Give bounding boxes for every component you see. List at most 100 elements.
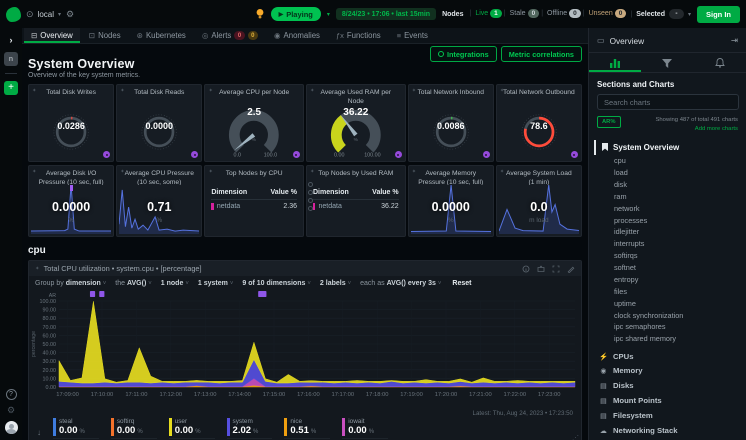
resize-handle-icon[interactable]: ⋰ xyxy=(572,434,579,440)
legend-color xyxy=(342,418,346,437)
mini-card-average-disk-i-o-pressure-10-sec-full-[interactable]: ✦ Average Disk I/O Pressure (10 sec, full… xyxy=(28,165,115,237)
snapshot-icon[interactable] xyxy=(537,265,545,273)
search-charts-input[interactable] xyxy=(597,94,739,110)
toolbar-dropdown-2-labels[interactable]: 2 labels ˅ xyxy=(320,280,351,287)
rail-bottom-group: ? ⚙ xyxy=(4,389,18,434)
tab-anomalies[interactable]: ◉ Anomalies xyxy=(267,28,327,43)
tab-overview[interactable]: ⊟ Overview xyxy=(24,28,80,43)
gauge-card-total-disk-writes[interactable]: ✦ Total Disk Writes 0.0286 xyxy=(28,84,115,162)
user-avatar[interactable] xyxy=(4,421,18,434)
sidebar-subitem-idlejitter[interactable]: idlejitter xyxy=(589,226,746,238)
collapse-sidebar-icon[interactable]: ⇥ xyxy=(731,35,738,46)
table-row[interactable]: netdata 2.36 xyxy=(211,200,297,213)
info-icon[interactable] xyxy=(522,265,530,273)
selected-value[interactable]: - xyxy=(668,9,684,19)
sidebar-subitem-softirqs[interactable]: softirqs xyxy=(589,250,746,262)
toolbar-dropdown-1-system[interactable]: 1 system ˅ xyxy=(198,280,233,287)
timeframe-picker[interactable]: 8/24/23 • 17:06 • last 15min xyxy=(335,8,437,20)
mini-card-top-nodes-by-used-ram[interactable]: ✦ Top Nodes by Used RAM Dimension Value % ne… xyxy=(305,165,406,237)
reset-button[interactable]: Reset xyxy=(452,280,471,287)
sidebar-section-mount-points[interactable]: ▤ Mount Points xyxy=(589,393,746,408)
topbar-right-group: ▶ Playing ▾ 8/24/23 • 17:06 • last 15min… xyxy=(255,5,740,23)
chart-drag-icon[interactable]: ✦ xyxy=(35,266,40,272)
tab-alerts[interactable]: ◎ Alerts 0 0 xyxy=(195,28,265,43)
anomaly-mark xyxy=(89,291,96,297)
sidebar-section-filesystem[interactable]: ▤ Filesystem xyxy=(589,408,746,423)
legend-item-iowait[interactable]: iowait 0.00% xyxy=(342,418,389,440)
cpu-utilization-chart[interactable]: 0.00 10.00 20.00 30.00 40.00 50.00 60.00 70.00 8… xyxy=(29,289,581,407)
metric-correlations-button[interactable]: Metric correlations xyxy=(500,46,582,62)
toolbar-pre: each as xyxy=(360,279,387,287)
fullscreen-icon[interactable] xyxy=(552,265,560,273)
functions-icon: ƒx xyxy=(335,31,344,40)
tab-filter[interactable] xyxy=(641,53,693,72)
sidebar-subitem-files[interactable]: files xyxy=(589,285,746,297)
chart-hover-toolbar[interactable] xyxy=(307,182,313,211)
sign-in-button[interactable]: Sign In xyxy=(697,5,740,23)
space-avatar[interactable]: n xyxy=(4,52,18,66)
tab-charts[interactable] xyxy=(589,53,641,72)
gauge-card-average-used-ram-per-node[interactable]: ✦ Average Used RAM per Node 0.00 100.00% 36.… xyxy=(305,84,406,162)
card-info-icon: ✦ xyxy=(309,169,315,175)
sidebar-section-cpus[interactable]: ⚡ CPUs xyxy=(589,349,746,364)
sidebar-subitem-ipc-semaphores[interactable]: ipc semaphores xyxy=(589,321,746,333)
sidebar-subitem-ipc-shared-memory[interactable]: ipc shared memory xyxy=(589,333,746,345)
sidebar-subitem-processes[interactable]: processes xyxy=(589,214,746,226)
space-picker[interactable]: ⊙ local ▾ xyxy=(26,9,61,20)
gear-icon[interactable]: ⚙ xyxy=(7,405,15,416)
tab-kubernetes[interactable]: ⊛ Kubernetes xyxy=(130,28,193,43)
space-name: local xyxy=(37,9,54,19)
expand-rail-icon[interactable]: › xyxy=(10,35,13,45)
sidebar-subitem-interrupts[interactable]: interrupts xyxy=(589,238,746,250)
mini-card-average-memory-pressure-10-sec-full-[interactable]: ✦ Average Memory Pressure (10 sec, full) 0… xyxy=(407,165,494,237)
sidebar-subitem-clock-synchronization[interactable]: clock synchronization xyxy=(589,309,746,321)
sidebar-section-networking-stack[interactable]: ☁ Networking Stack xyxy=(589,423,746,438)
sidebar-subitem-disk[interactable]: disk xyxy=(589,178,746,190)
help-icon[interactable]: ? xyxy=(5,389,17,400)
sidebar-subitem-load[interactable]: load xyxy=(589,167,746,179)
sidebar-section-disks[interactable]: ▤ Disks xyxy=(589,378,746,393)
integrations-button[interactable]: Integrations xyxy=(429,46,497,62)
toolbar-dropdown-dimension[interactable]: Group by dimension ˅ xyxy=(35,280,106,287)
toolbar-dropdown-avg-every-3s[interactable]: each as AVG() every 3s ˅ xyxy=(360,280,441,287)
add-more-charts-link[interactable]: Add more charts xyxy=(695,126,738,132)
tab-functions[interactable]: ƒx Functions xyxy=(329,28,388,43)
mini-card-top-nodes-by-cpu[interactable]: ✦ Top Nodes by CPU Dimension Value % netdata… xyxy=(204,165,304,237)
sidebar-section-memory[interactable]: ◉ Memory xyxy=(589,364,746,379)
mini-card-average-system-load-1-min-[interactable]: ✦ Average System Load (1 min) 0.0 m load xyxy=(495,165,582,237)
edit-icon[interactable] xyxy=(567,265,575,273)
mini-card-average-cpu-pressure-10-sec-some-[interactable]: ✦ Average CPU Pressure (10 sec, some) 0.71… xyxy=(116,165,203,237)
add-space-button[interactable]: + xyxy=(4,81,18,95)
legend-item-steal[interactable]: steal 0.00% xyxy=(53,418,99,440)
sidebar-subitem-ram[interactable]: ram xyxy=(589,190,746,202)
settings-gear-icon[interactable]: ⚙ xyxy=(66,9,74,20)
sidebar-subitem-uptime[interactable]: uptime xyxy=(589,297,746,309)
sidebar-item-system-overview[interactable]: System Overview xyxy=(594,139,746,155)
playing-chevron-icon[interactable]: ▾ xyxy=(327,11,330,18)
toolbar-dropdown-avg-[interactable]: the AVG() ˅ xyxy=(115,280,152,287)
playing-toggle[interactable]: ▶ Playing xyxy=(270,7,321,21)
toolbar-dropdown-9-of-10-dimensions[interactable]: 9 of 10 dimensions ˅ xyxy=(242,280,311,287)
sidebar-subitem-softnet[interactable]: softnet xyxy=(589,262,746,274)
table-row[interactable]: netdata 36.22 xyxy=(312,200,399,213)
legend-item-system[interactable]: system 2.02% xyxy=(226,418,273,440)
toolbar-dropdown-1-node[interactable]: 1 node ˅ xyxy=(161,280,189,287)
tab-nodes[interactable]: ⊡ Nodes xyxy=(82,28,128,43)
gauge-card-total-network-inbound[interactable]: ✦ Total Network Inbound 0.0086 xyxy=(407,84,494,162)
gauge-card-total-network-outbound[interactable]: ✦ Total Network Outbound 78.6 xyxy=(495,84,582,162)
gauge-card-total-disk-reads[interactable]: ✦ Total Disk Reads 0.0000 xyxy=(116,84,203,162)
legend-item-user[interactable]: user 0.00% xyxy=(168,418,215,440)
anomaly-rate-badge[interactable]: AR% xyxy=(597,116,621,128)
sidebar-subitem-entropy[interactable]: entropy xyxy=(589,273,746,285)
legend-item-nice[interactable]: nice 0.51% xyxy=(284,418,331,440)
gauge-card-average-cpu-per-node[interactable]: ✦ Average CPU per Node 0.0 100.0% 2.5 xyxy=(204,84,304,162)
sidebar-subitem-cpu[interactable]: cpu xyxy=(589,155,746,167)
news-bulb-icon[interactable] xyxy=(255,8,265,20)
sidebar-subitem-network[interactable]: network xyxy=(589,202,746,214)
download-icon[interactable]: ↓ xyxy=(37,428,41,439)
selected-chevron-icon[interactable]: ▾ xyxy=(688,11,691,18)
legend-item-softirq[interactable]: softirq 0.00% xyxy=(110,418,157,440)
tab-alerts[interactable] xyxy=(694,53,746,72)
tab-events[interactable]: ≡ Events xyxy=(390,28,435,43)
divider xyxy=(5,73,17,74)
